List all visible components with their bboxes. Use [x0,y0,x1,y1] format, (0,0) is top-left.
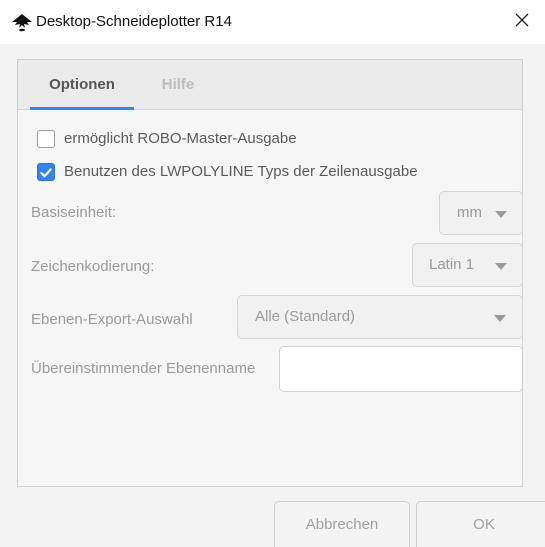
tab-options-label: Optionen [49,76,115,93]
dialog-window: Desktop-Schneideplotter R14 Optionen Hil… [0,0,545,547]
chevron-down-icon [495,263,507,270]
layer-export-select[interactable]: Alle (Standard) [237,295,523,339]
title-bar: Desktop-Schneideplotter R14 [0,0,545,44]
inkscape-icon [12,14,32,32]
tab-help[interactable]: Hilfe [150,60,206,110]
chevron-down-icon [495,211,507,218]
layer-export-value: Alle (Standard) [255,308,356,325]
layer-export-label: Ebenen-Export-Auswahl [31,311,193,328]
base-unit-label: Basiseinheit: [31,204,117,221]
base-unit-value: mm [457,204,482,221]
tab-options[interactable]: Optionen [30,60,134,110]
cancel-button[interactable]: Abbrechen [274,501,410,547]
robo-master-label: ermöglicht ROBO-Master-Ausgabe [64,130,297,147]
close-button[interactable] [499,0,545,44]
encoding-label: Zeichenkodierung: [31,258,155,275]
layer-name-input[interactable] [279,346,523,392]
chevron-down-icon [494,315,506,322]
checkmark-icon [40,166,52,184]
encoding-select[interactable]: Latin 1 [412,243,523,287]
options-panel: Optionen Hilfe ermöglicht ROBO-Master-Au… [17,59,523,487]
layer-name-label: Übereinstimmender Ebenenname [31,360,256,377]
robo-master-checkbox[interactable] [37,130,55,148]
tab-bar: Optionen Hilfe [18,60,522,110]
close-icon [515,13,529,32]
active-tab-indicator [30,107,134,110]
base-unit-select[interactable]: mm [439,191,523,235]
ok-button[interactable]: OK [416,501,545,547]
lwpolyline-checkbox[interactable] [37,163,55,181]
window-title: Desktop-Schneideplotter R14 [36,13,232,30]
lwpolyline-label: Benutzen des LWPOLYLINE Typs der Zeilena… [64,163,418,180]
encoding-value: Latin 1 [429,256,475,273]
tab-help-label: Hilfe [161,76,195,93]
